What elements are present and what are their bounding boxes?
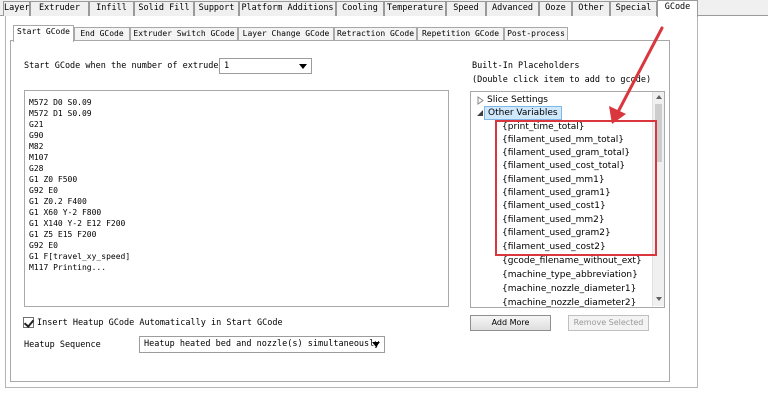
gcode-line: M107 <box>29 153 49 162</box>
tab-ooze[interactable]: Ooze <box>539 1 572 16</box>
gcode-line: M82 <box>29 142 44 151</box>
gcode-line: G1 X140 Y-2 E12 F200 <box>29 219 126 228</box>
placeholder-item[interactable]: {machine_type_abbreviation} <box>502 269 638 281</box>
tab-platform-additions[interactable]: Platform Additions <box>239 1 336 16</box>
gcode-line: G1 X60 Y-2 F800 <box>29 208 102 217</box>
subtab-start-gcode[interactable]: Start GCode <box>13 25 74 42</box>
gcode-line: G1 Z0 F500 <box>29 175 78 184</box>
subtab-layer-change-gcode[interactable]: Layer Change GCode <box>238 27 334 41</box>
subtab-end-gcode[interactable]: End GCode <box>74 27 130 41</box>
tab-extruder[interactable]: Extruder <box>30 1 89 16</box>
subtab-repetition-gcode[interactable]: Repetition GCode <box>417 27 504 41</box>
gcode-line: G21 <box>29 120 44 129</box>
extruder-count-value: 1 <box>224 61 230 71</box>
subtab-retraction-gcode[interactable]: Retraction GCode <box>334 27 417 41</box>
gcode-line: M572 D1 S0.09 <box>29 109 92 118</box>
tab-other[interactable]: Other <box>572 1 610 16</box>
placeholders-title: Built-In Placeholders <box>472 61 580 71</box>
gcode-line: G1 Z0.2 F400 <box>29 197 87 206</box>
gcode-line: M572 D0 S0.09 <box>29 98 92 107</box>
gcode-line: G1 Z5 E15 F200 <box>29 230 97 239</box>
insert-heatup-label: Insert Heatup GCode Automatically in Sta… <box>37 318 283 328</box>
tab-temperature[interactable]: Temperature <box>384 1 446 16</box>
tab-speed[interactable]: Speed <box>446 1 486 16</box>
gcode-line: G28 <box>29 164 44 173</box>
chevron-down-icon <box>372 342 380 347</box>
chevron-down-icon <box>299 64 307 69</box>
gcode-line: G92 E0 <box>29 186 58 195</box>
tab-special[interactable]: Special <box>610 1 657 16</box>
heatup-sequence-label: Heatup Sequence <box>24 340 101 350</box>
annotation-highlight-box <box>495 120 657 256</box>
placeholder-item[interactable]: {machine_nozzle_diameter2} <box>502 297 636 307</box>
tab-layer[interactable]: Layer <box>3 1 30 16</box>
extruder-count-select[interactable]: 1 <box>219 58 312 74</box>
remove-selected-button[interactable]: Remove Selected <box>568 315 649 331</box>
placeholder-item[interactable]: {machine_nozzle_diameter1} <box>502 283 636 295</box>
add-more-button[interactable]: Add More <box>470 315 551 331</box>
gcode-line: G92 E0 <box>29 241 58 250</box>
subtab-post-process[interactable]: Post-process <box>504 27 568 41</box>
gcode-line: M117 Printing... <box>29 263 107 272</box>
subtab-extruder-switch-gcode[interactable]: Extruder Switch GCode <box>130 27 238 41</box>
expand-arrow-icon[interactable] <box>477 96 484 105</box>
tree-group-slice-settings[interactable]: Slice Settings <box>487 94 548 106</box>
annotation-arrow-icon <box>609 26 664 124</box>
heatup-sequence-value: Heatup heated bed and nozzle(s) simultan… <box>144 339 380 349</box>
check-icon <box>23 317 35 328</box>
tab-advanced[interactable]: Advanced <box>486 1 539 16</box>
scroll-down-icon[interactable] <box>656 297 662 301</box>
tab-solid-fill[interactable]: Solid Fill <box>134 1 194 16</box>
extruder-count-label: Start GCode when the number of extruders… <box>24 61 245 71</box>
tab-gcode[interactable]: GCode <box>657 0 698 17</box>
tree-group-other-variables[interactable]: Other Variables <box>484 106 562 120</box>
tab-cooling[interactable]: Cooling <box>336 1 384 16</box>
tab-infill[interactable]: Infill <box>89 1 134 16</box>
tab-support[interactable]: Support <box>194 1 239 16</box>
collapse-arrow-icon[interactable] <box>476 109 484 117</box>
gcode-line: G1 F[travel_xy_speed] <box>29 252 131 261</box>
gcode-line: G90 <box>29 131 44 140</box>
placeholder-item[interactable]: {gcode_filename_without_ext} <box>502 255 642 267</box>
heatup-sequence-select[interactable]: Heatup heated bed and nozzle(s) simultan… <box>139 336 385 353</box>
start-gcode-editor[interactable]: M572 D0 S0.09 M572 D1 S0.09 G21 G90 M82 … <box>24 90 449 307</box>
insert-heatup-checkbox[interactable] <box>23 317 35 328</box>
